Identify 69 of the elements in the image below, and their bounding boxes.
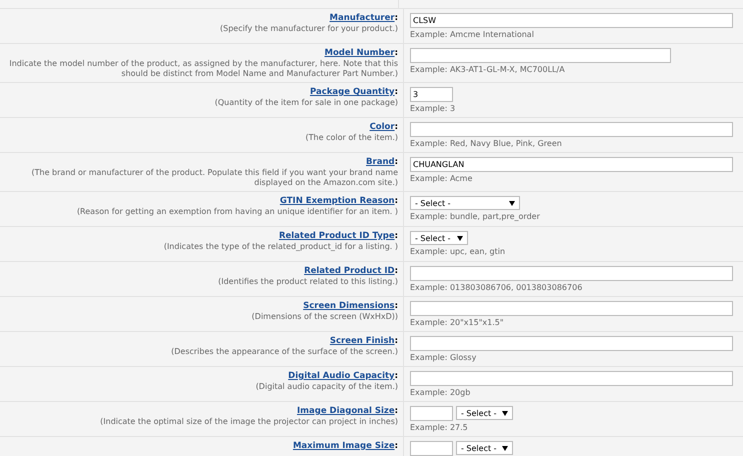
text-field[interactable] [410,441,453,456]
field-label-link[interactable]: GTIN Exemption Reason [280,196,395,206]
field-description: (Identifies the product related to this listing.) [217,277,398,287]
text-field[interactable] [410,122,733,137]
field-label-link[interactable]: Related Product ID [304,266,395,276]
text-field[interactable] [410,266,733,281]
example-text: Example: Acme [410,174,474,183]
caret-icon [502,446,508,450]
field-description: (Reason for getting an exemption from having an unique identifier for an item. ) [76,207,398,217]
label-colon: : [394,48,398,58]
caret-icon [509,200,515,206]
label-colon: : [394,157,398,167]
select-dropdown[interactable]: - Select - [456,406,513,420]
select-dropdown[interactable]: - Select - [410,231,468,245]
field-description: (Dimensions of the screen (WxHxD)) [250,312,398,322]
example-text: Example: upc, ean, gtin [410,247,506,256]
field-description: (Quantity of the item for sale in one package) [214,98,398,108]
field-label-link[interactable]: Package Quantity [310,87,395,97]
label-colon: : [394,266,398,276]
text-field[interactable] [410,301,733,316]
example-text: Example: 20"x15"x1.5" [410,318,505,327]
field-description: (The color of the item.) [304,133,398,143]
caret-icon [502,410,508,416]
example-text: Example: bundle, part,pre_order [410,212,541,221]
example-text: Example: 27.5 [410,423,469,432]
field-label-link[interactable]: Digital Audio Capacity [288,371,395,381]
field-label-link[interactable]: Color [370,122,395,132]
field-label-link[interactable]: Brand [366,157,395,167]
field-description: (Specify the manufacturer for your product.) [219,24,398,34]
field-description: (Indicates the type of the related_product_id for a listing. ) [162,242,398,252]
example-text: Example: 013803086706, 0013803086706 [410,283,584,292]
text-field[interactable] [410,48,671,63]
example-text: Example: 3 [410,104,456,113]
label-colon: : [394,441,398,451]
label-colon: : [394,87,398,97]
field-label-link[interactable]: Maximum Image Size [292,441,395,451]
text-field[interactable] [410,406,453,421]
example-text: Example: AK3-AT1-GL-M-X, MC700LL/A [410,65,566,74]
caret-icon [457,236,463,240]
select-dropdown[interactable]: - Select - [456,441,513,455]
field-label-link[interactable]: Screen Finish [330,336,395,346]
example-text: Example: Amcme International [410,30,535,39]
select-dropdown[interactable]: - Select - [410,196,520,210]
field-label-link[interactable]: Image Diagonal Size [296,406,395,416]
example-text: Example: 20gb [410,388,472,397]
label-colon: : [394,301,398,311]
field-description: (The brand or manufacturer of the product. Populate this field if you want your brand name displayed on the Amazon.com site.) [30,168,398,188]
label-colon: : [394,406,398,416]
field-description: (Describes the appearance of the surface of the screen.) [170,347,398,357]
label-colon: : [394,371,398,381]
label-colon: : [394,122,398,132]
label-colon: : [394,13,398,23]
field-label-link[interactable]: Related Product ID Type [278,231,395,241]
text-field[interactable]: 3 [410,87,453,102]
field-label-link[interactable]: Screen Dimensions [303,301,395,311]
text-field[interactable]: CLSW [410,13,733,28]
label-colon: : [394,231,398,241]
field-description: (Indicate the optimal size of the image the projector can project in inches) [99,417,398,427]
text-field[interactable]: CHUANGLAN [410,157,733,172]
label-colon: : [394,336,398,346]
label-colon: : [394,196,398,206]
field-description: (Digital audio capacity of the item.) [254,382,398,392]
field-label-link[interactable]: Model Number [324,48,395,58]
text-field[interactable] [410,371,733,386]
example-text: Example: Glossy [410,353,478,362]
field-label-link[interactable]: Manufacturer [330,13,395,23]
text-field[interactable] [410,336,733,351]
field-description: Indicate the model number of the product, as assigned by the manufacturer, here. Note that this should be distinct from Model Name and Manufacturer Part Number.) [8,59,398,79]
example-text: Example: Red, Navy Blue, Pink, Green [410,139,563,148]
